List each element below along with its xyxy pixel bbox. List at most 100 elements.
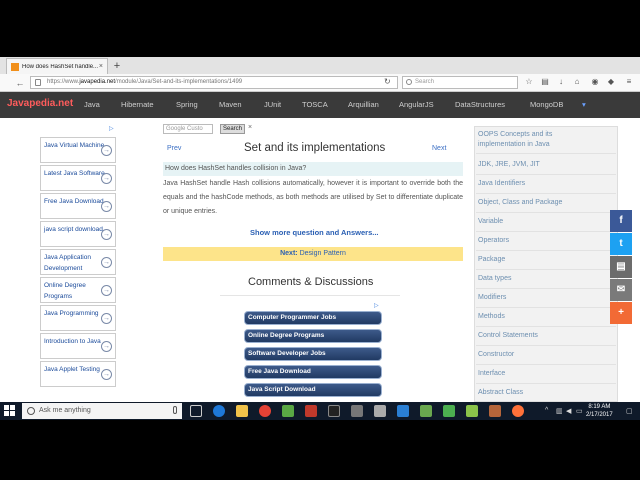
sidebar-item[interactable]: Control Statements [478, 331, 538, 341]
nav-tosca[interactable]: TOSCA [302, 100, 328, 109]
sidebar-item[interactable]: Data types [478, 274, 511, 284]
pocket-icon[interactable]: ◉ [590, 77, 600, 87]
chrome-icon[interactable] [259, 405, 271, 417]
sidebar-item[interactable]: Methods [478, 312, 505, 322]
next-link[interactable]: Next [432, 145, 446, 152]
left-ad[interactable]: Java Programming → [40, 305, 116, 331]
left-ad[interactable]: Free Java Download → [40, 193, 116, 219]
sidebar-item[interactable]: Modifiers [478, 293, 506, 303]
nav-angularjs[interactable]: AngularJS [399, 100, 434, 109]
twitter-icon[interactable]: t [610, 233, 632, 255]
app-icon[interactable] [489, 405, 501, 417]
adchoices-icon[interactable]: ▷ [374, 302, 379, 309]
arrow-right-icon: → [101, 229, 112, 240]
url-prefix: https://www. [47, 79, 80, 85]
app-icon[interactable] [305, 405, 317, 417]
answer-text: Java HashSet handle Hash collisions auto… [163, 180, 463, 215]
left-ad[interactable]: Java Applet Testing → [40, 361, 116, 387]
sidebar-item[interactable]: JDK, JRE, JVM, JIT [478, 160, 540, 170]
taskbar-clock[interactable]: 8:19 AM 2/17/2017 [586, 403, 613, 419]
file-explorer-icon[interactable] [236, 405, 248, 417]
left-ad[interactable]: java script download → [40, 221, 116, 247]
task-view-icon[interactable] [190, 405, 202, 417]
left-ad[interactable]: Introduction to Java → [40, 333, 116, 359]
nav-dropdown-icon[interactable]: ▾ [582, 100, 586, 109]
app-icon[interactable] [466, 405, 478, 417]
site-search-input[interactable]: Google Custo [163, 124, 213, 134]
plus-icon[interactable]: + [610, 302, 632, 324]
left-ad[interactable]: Java Application Development → [40, 249, 116, 275]
sidebar-item[interactable]: Package [478, 255, 505, 265]
download-icon[interactable]: ↓ [556, 77, 566, 87]
sidebar-item[interactable]: Object, Class and Package [478, 198, 562, 208]
sidebar-item[interactable]: Variable [478, 217, 503, 227]
clear-search-icon[interactable]: × [248, 124, 252, 131]
microphone-icon[interactable] [173, 406, 177, 414]
keyboard-icon[interactable]: ▭ [576, 407, 583, 415]
close-tab-icon[interactable]: × [99, 63, 103, 70]
windows-start-icon[interactable] [4, 405, 16, 417]
next-topic-link[interactable]: Design Pattern [300, 250, 346, 257]
content-ad-button[interactable]: Free Java Download [244, 365, 382, 379]
new-tab-button[interactable]: + [110, 59, 124, 73]
sidebar-item[interactable]: Interface [478, 369, 505, 379]
app-icon[interactable] [374, 405, 386, 417]
extension-icon[interactable]: ◆ [606, 77, 616, 87]
left-ad-label: Latest Java Software [44, 170, 105, 177]
taskbar-search-input[interactable]: Ask me anything [22, 403, 182, 419]
site-search-button[interactable]: Search [220, 124, 245, 134]
app-icon[interactable] [443, 405, 455, 417]
nav-java[interactable]: Java [84, 100, 100, 109]
divider [476, 212, 616, 213]
prev-link[interactable]: Prev [167, 145, 181, 152]
next-topic-bar[interactable]: Next: Design Pattern [163, 247, 463, 261]
left-ad[interactable]: Latest Java Software → [40, 165, 116, 191]
nav-hibernate[interactable]: Hibernate [121, 100, 154, 109]
email-icon[interactable]: ✉ [610, 279, 632, 301]
sidebar-item[interactable]: Constructor [478, 350, 514, 360]
app-icon[interactable] [420, 405, 432, 417]
nav-spring[interactable]: Spring [176, 100, 198, 109]
vscode-icon[interactable] [397, 405, 409, 417]
left-ad[interactable]: Java Virtual Machine → [40, 137, 116, 163]
reading-list-icon[interactable]: ▤ [540, 77, 550, 87]
notifications-icon[interactable]: ▢ [626, 407, 633, 415]
divider [476, 383, 616, 384]
terminal-icon[interactable] [328, 405, 340, 417]
nav-mongodb[interactable]: MongoDB [530, 100, 563, 109]
divider [220, 295, 400, 296]
volume-icon[interactable]: ◀ [566, 407, 571, 415]
reload-icon[interactable]: ↻ [384, 77, 391, 86]
firefox-icon[interactable] [512, 405, 524, 417]
menu-icon[interactable]: ≡ [624, 77, 634, 87]
browser-tab[interactable]: How does HashSet handle... × [6, 58, 108, 74]
site-logo[interactable]: Javapedia.net [7, 98, 73, 109]
app-icon[interactable] [282, 405, 294, 417]
sidebar-item[interactable]: Operators [478, 236, 509, 246]
adchoices-icon[interactable]: ▷ [109, 125, 114, 132]
content-ad-button[interactable]: Java Script Download [244, 383, 382, 397]
show-more-link[interactable]: Show more question and Answers... [250, 228, 379, 237]
app-icon[interactable] [351, 405, 363, 417]
nav-datastructures[interactable]: DataStructures [455, 100, 505, 109]
nav-maven[interactable]: Maven [219, 100, 242, 109]
left-ad[interactable]: Online Degree Programs → [40, 277, 116, 303]
tray-up-icon[interactable]: ^ [545, 407, 548, 414]
nav-junit[interactable]: JUnit [264, 100, 281, 109]
sidebar-item[interactable]: OOPS Concepts and its implementation in … [478, 130, 568, 150]
nav-arquillian[interactable]: Arquillian [348, 100, 379, 109]
content-ad-button[interactable]: Computer Programmer Jobs [244, 311, 382, 325]
browser-search-input[interactable]: Search [402, 76, 518, 89]
content-ad-button[interactable]: Software Developer Jobs [244, 347, 382, 361]
edge-icon[interactable] [213, 405, 225, 417]
url-bar[interactable]: https://www.javapedia.net/module/Java/Se… [30, 76, 398, 89]
sidebar-item[interactable]: Java Identifiers [478, 179, 525, 189]
star-icon[interactable]: ☆ [524, 77, 534, 87]
sidebar-item[interactable]: Abstract Class [478, 388, 523, 398]
home-icon[interactable]: ⌂ [572, 77, 582, 87]
print-icon[interactable]: ▤ [610, 256, 632, 278]
content-ad-button[interactable]: Online Degree Programs [244, 329, 382, 343]
facebook-icon[interactable]: f [610, 210, 632, 232]
back-button[interactable]: ← [14, 77, 26, 89]
network-icon[interactable]: ▥ [556, 407, 563, 415]
